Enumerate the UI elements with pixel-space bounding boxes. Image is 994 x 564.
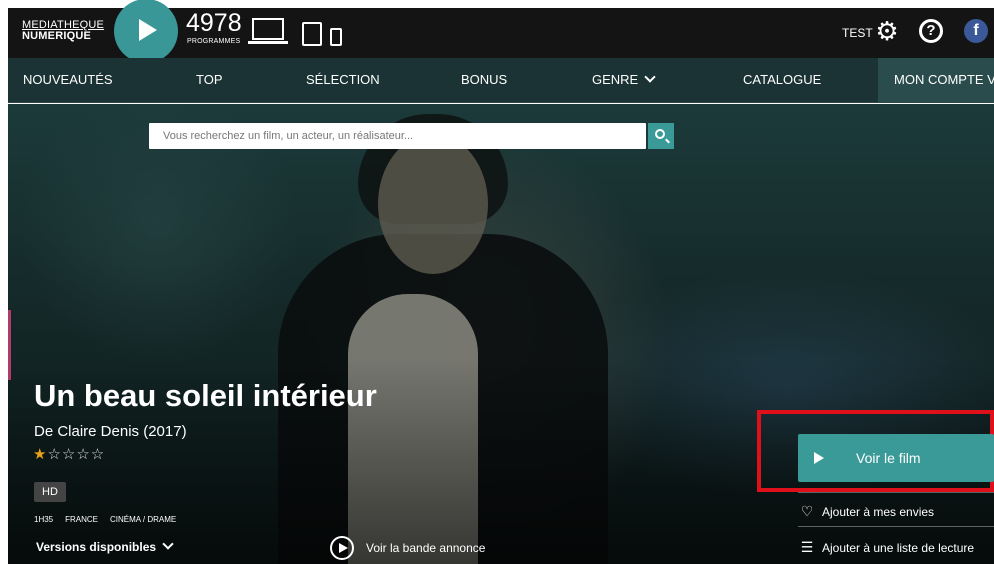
site-logo[interactable]: MEDIATHEQUE NUMERIQUE xyxy=(22,20,104,42)
divider xyxy=(798,492,994,493)
tablet-icon xyxy=(302,22,322,46)
laptop-base xyxy=(248,41,288,44)
hero-banner: Un beau soleil intérieur De Claire Denis… xyxy=(8,104,994,564)
program-label: PROGRAMMES xyxy=(187,38,241,45)
playlist-button[interactable]: ☰ Ajouter à une liste de lecture xyxy=(798,538,974,557)
nav-item-genre-label: GENRE xyxy=(592,72,639,87)
side-marker xyxy=(8,310,11,380)
nav-item-catalogue[interactable]: CATALOGUE xyxy=(743,58,821,103)
program-count: 4978 xyxy=(186,9,242,37)
search-icon xyxy=(655,129,665,139)
chevron-down-icon xyxy=(644,71,656,83)
film-country: FRANCE xyxy=(65,515,99,524)
nav-item-account[interactable]: MON COMPTE VO xyxy=(878,58,994,103)
film-title: Un beau soleil intérieur xyxy=(34,378,377,413)
laptop-icon xyxy=(252,18,284,40)
user-label[interactable]: TEST xyxy=(842,26,873,40)
nav-item-selection[interactable]: SÉLECTION xyxy=(306,58,380,103)
nav-item-account-label: MON COMPTE VO xyxy=(894,72,994,87)
chevron-down-icon xyxy=(162,538,174,550)
gear-icon[interactable]: ⚙ xyxy=(874,18,900,44)
wishlist-button[interactable]: ♡ Ajouter à mes envies xyxy=(798,502,934,521)
film-meta: 1H35 FRANCE CINÉMA / DRAME xyxy=(34,514,188,526)
trailer-label: Voir la bande annonce xyxy=(366,541,486,555)
wishlist-label: Ajouter à mes envies xyxy=(822,505,935,519)
versions-label: Versions disponibles xyxy=(36,540,157,554)
top-bar: MEDIATHEQUE NUMERIQUE 4978 PROGRAMMES TE… xyxy=(8,0,994,63)
hero-shade xyxy=(8,104,994,564)
nav-item-top[interactable]: TOP xyxy=(196,58,223,103)
star-empty-icon: ☆☆☆☆ xyxy=(47,446,106,463)
play-icon xyxy=(814,452,824,464)
nav-item-nouveautes[interactable]: NOUVEAUTÉS xyxy=(23,58,113,103)
search-button[interactable] xyxy=(648,123,674,149)
play-circle-icon xyxy=(330,536,354,560)
help-icon[interactable]: ? xyxy=(919,19,943,43)
play-icon[interactable] xyxy=(114,0,178,63)
playlist-label: Ajouter à une liste de lecture xyxy=(822,541,975,555)
logo-line2: NUMERIQUE xyxy=(22,30,92,42)
watch-film-button[interactable]: Voir le film xyxy=(798,434,994,482)
watch-film-label: Voir le film xyxy=(856,450,921,466)
divider xyxy=(798,526,994,527)
search-input[interactable] xyxy=(149,123,646,149)
search-box xyxy=(149,123,646,149)
rating-stars[interactable]: ★☆☆☆☆ xyxy=(33,446,105,464)
star-filled-icon: ★ xyxy=(33,446,48,463)
nav-item-bonus[interactable]: BONUS xyxy=(461,58,507,103)
main-nav: NOUVEAUTÉS TOP SÉLECTION BONUS GENRE CAT… xyxy=(8,58,994,103)
nav-item-genre[interactable]: GENRE xyxy=(592,58,656,103)
film-genre: CINÉMA / DRAME xyxy=(110,515,177,524)
film-director: De Claire Denis (2017) xyxy=(34,423,187,440)
phone-icon xyxy=(330,28,342,46)
film-duration: 1H35 xyxy=(34,515,54,524)
quality-badge: HD xyxy=(34,482,66,502)
versions-dropdown[interactable]: Versions disponibles xyxy=(36,538,174,556)
heart-icon: ♡ xyxy=(800,503,814,519)
playlist-icon: ☰ xyxy=(800,539,814,555)
facebook-icon[interactable]: f xyxy=(964,19,988,43)
